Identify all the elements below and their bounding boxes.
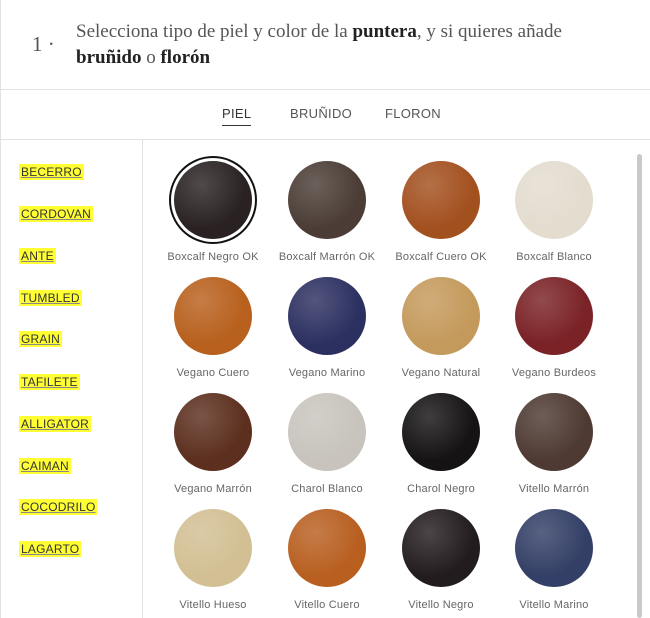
swatch-color — [402, 393, 480, 471]
swatch-label: Vegano Marino — [288, 367, 366, 379]
swatch-vegano-burdeos[interactable]: Vegano Burdeos — [497, 277, 611, 379]
swatch-color — [174, 161, 252, 239]
leather-type-sidebar: BECERRO CORDOVAN ANTE TUMBLED GRAIN TAFI… — [0, 140, 143, 618]
swatch-vegano-cuero[interactable]: Vegano Cuero — [156, 277, 270, 379]
swatch-label: Vitello Hueso — [179, 599, 247, 611]
swatch-vitello-negro[interactable]: Vitello Negro — [384, 509, 498, 611]
swatch-color — [174, 393, 252, 471]
tab-brunido[interactable]: BRUÑIDO — [290, 106, 352, 121]
swatch-label: Vitello Marino — [519, 599, 589, 611]
swatch-color — [402, 277, 480, 355]
swatch-scrollbar[interactable] — [637, 154, 642, 618]
instruction-text-middle: , y si quieres añade — [416, 21, 562, 42]
swatch-vegano-marron[interactable]: Vegano Marrón — [156, 393, 270, 495]
swatch-color — [515, 509, 593, 587]
sidebar-item-alligator[interactable]: ALLIGATOR — [19, 416, 92, 432]
swatch-boxcalf-cuero-ok[interactable]: Boxcalf Cuero OK — [384, 161, 498, 263]
swatch-color — [288, 393, 366, 471]
swatch-boxcalf-blanco[interactable]: Boxcalf Blanco — [497, 161, 611, 263]
swatch-boxcalf-marron-ok[interactable]: Boxcalf Marrón OK — [270, 161, 384, 263]
swatch-color — [515, 277, 593, 355]
swatch-color — [288, 509, 366, 587]
swatch-label: Charol Blanco — [291, 483, 363, 495]
swatch-label: Vegano Burdeos — [511, 367, 597, 379]
swatch-grid: Boxcalf Negro OK Boxcalf Marrón OK Boxca… — [144, 140, 634, 618]
swatch-label: Boxcalf Marrón OK — [278, 251, 376, 263]
sidebar-item-grain[interactable]: GRAIN — [19, 331, 63, 347]
swatch-vitello-cuero[interactable]: Vitello Cuero — [270, 509, 384, 611]
instruction-floron: florón — [160, 47, 211, 68]
sidebar-item-tafilete[interactable]: TAFILETE — [19, 374, 80, 390]
swatch-label: Vitello Cuero — [294, 599, 360, 611]
option-tabs: PIEL BRUÑIDO FLORON — [0, 90, 650, 140]
sidebar-item-caiman[interactable]: CAIMAN — [19, 458, 71, 474]
swatch-label: Charol Negro — [407, 483, 475, 495]
swatch-label: Vegano Cuero — [176, 367, 250, 379]
tab-piel[interactable]: PIEL — [222, 106, 252, 126]
swatch-charol-blanco[interactable]: Charol Blanco — [270, 393, 384, 495]
swatch-color — [288, 277, 366, 355]
swatch-vitello-hueso[interactable]: Vitello Hueso — [156, 509, 270, 611]
swatch-color — [174, 509, 252, 587]
sidebar-item-tumbled[interactable]: TUMBLED — [19, 290, 82, 306]
swatch-color — [174, 277, 252, 355]
sidebar-item-ante[interactable]: ANTE — [19, 248, 56, 264]
swatch-charol-negro[interactable]: Charol Negro — [384, 393, 498, 495]
instruction-puntera: puntera — [352, 21, 417, 42]
swatch-label: Vegano Natural — [401, 367, 481, 379]
swatch-color — [402, 509, 480, 587]
swatch-label: Boxcalf Cuero OK — [395, 251, 487, 263]
swatch-color — [515, 161, 593, 239]
sidebar-item-cordovan[interactable]: CORDOVAN — [19, 206, 94, 222]
swatch-color — [515, 393, 593, 471]
swatch-color — [402, 161, 480, 239]
tab-floron[interactable]: FLORON — [385, 106, 441, 121]
swatch-label: Boxcalf Blanco — [516, 251, 592, 263]
instruction-brunido: bruñido — [76, 47, 142, 68]
instruction-text: Selecciona tipo de piel y color de la — [76, 21, 348, 42]
swatch-vegano-marino[interactable]: Vegano Marino — [270, 277, 384, 379]
swatch-boxcalf-negro-ok[interactable]: Boxcalf Negro OK — [156, 161, 270, 263]
swatch-vitello-marino[interactable]: Vitello Marino — [497, 509, 611, 611]
step-number: 1 · — [32, 32, 55, 56]
swatch-label: Boxcalf Negro OK — [167, 251, 259, 263]
step-header: 1 · Selecciona tipo de piel y color de l… — [0, 0, 650, 90]
swatch-label: Vitello Marrón — [518, 483, 590, 495]
step-instructions: Selecciona tipo de piel y color de la pu… — [76, 19, 636, 71]
swatch-label: Vegano Marrón — [174, 483, 252, 495]
swatch-vitello-marron[interactable]: Vitello Marrón — [497, 393, 611, 495]
swatch-vegano-natural[interactable]: Vegano Natural — [384, 277, 498, 379]
sidebar-item-cocodrilo[interactable]: COCODRILO — [19, 499, 98, 515]
swatch-color — [288, 161, 366, 239]
swatch-label: Vitello Negro — [408, 599, 474, 611]
sidebar-item-lagarto[interactable]: LAGARTO — [19, 541, 82, 557]
sidebar-item-becerro[interactable]: BECERRO — [19, 164, 84, 180]
instruction-or: o — [146, 47, 156, 68]
